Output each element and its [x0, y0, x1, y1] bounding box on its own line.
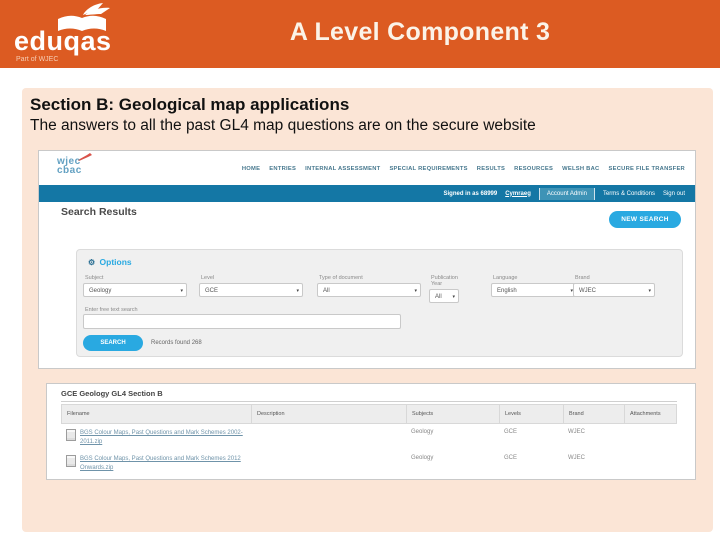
filter-level-value: GCE	[205, 288, 219, 294]
filter-subject: Subject Geology ▾	[83, 275, 187, 297]
levels-cell: GCE	[504, 429, 518, 435]
chevron-down-icon: ▾	[452, 294, 455, 300]
nav-item-secure-file-transfer[interactable]: SECURE FILE TRANSFER	[609, 166, 686, 172]
filter-brand-select[interactable]: WJEC ▾	[573, 283, 655, 297]
eduqas-logo-text: eduqas	[14, 26, 112, 56]
chevron-down-icon: ▾	[414, 288, 417, 294]
section-subheading: The answers to all the past GL4 map ques…	[30, 117, 536, 134]
column-header-filename: Filename	[61, 404, 251, 424]
column-header-attachments: Attachments	[624, 404, 677, 424]
filter-brand-value: WJEC	[579, 288, 596, 294]
filter-subject-label: Subject	[85, 275, 104, 281]
wjec-pencil-icon	[78, 153, 92, 161]
website-screenshot-search: wjec cbac HOME ENTRIES INTERNAL ASSESSME…	[38, 150, 696, 369]
subjects-cell: Geology	[411, 455, 434, 461]
nav-item-internal-assessment[interactable]: INTERNAL ASSESSMENT	[305, 166, 380, 172]
eduqas-logo-subtext: Part of WJEC	[16, 56, 59, 63]
filter-document-type: Type of document All ▾	[317, 275, 421, 297]
options-panel: ⚙ Options Subject Geology ▾ Level GCE ▾ Ty…	[76, 249, 683, 357]
nav-item-entries[interactable]: ENTRIES	[269, 166, 296, 172]
chevron-down-icon: ▾	[648, 288, 651, 294]
subjects-cell: Geology	[411, 429, 434, 435]
results-divider	[61, 401, 677, 402]
filter-language-select[interactable]: English ▾	[491, 283, 577, 297]
table-row: BGS Colour Maps, Past Questions and Mark…	[61, 450, 677, 473]
filter-subject-value: Geology	[89, 288, 112, 294]
wjec-logo-line2: cbac	[57, 165, 82, 176]
section-heading: Section B: Geological map applications	[30, 95, 350, 114]
filter-brand-label: Brand	[575, 275, 590, 281]
filter-brand: Brand WJEC ▾	[573, 275, 655, 297]
gear-icon: ⚙	[88, 258, 96, 267]
chevron-down-icon: ▾	[296, 288, 299, 294]
table-row: BGS Colour Maps, Past Questions and Mark…	[61, 424, 677, 447]
file-icon	[66, 455, 76, 467]
cymraeg-link[interactable]: Cymraeg	[505, 191, 531, 197]
signed-in-status: Signed in as 68999	[443, 190, 498, 197]
file-cell: BGS Colour Maps, Past Questions and Mark…	[61, 450, 251, 473]
column-header-subjects: Subjects	[406, 404, 499, 424]
results-table-header: Filename Description Subjects Levels Bra…	[61, 404, 677, 424]
filter-level-label: Level	[201, 275, 215, 281]
account-bar: Signed in as 68999 Cymraeg Account Admin…	[39, 185, 695, 202]
terms-conditions-link[interactable]: Terms & Conditions	[603, 191, 655, 197]
free-text-search-label: Enter free text search	[85, 307, 138, 313]
filter-language-label: Language	[493, 275, 518, 281]
chevron-down-icon: ▾	[180, 288, 183, 294]
filter-publication-year-value: All	[435, 294, 442, 300]
column-header-levels: Levels	[499, 404, 563, 424]
filter-publication-year: Publication Year All ▾	[429, 275, 459, 303]
nav-item-special-requirements[interactable]: SPECIAL REQUIREMENTS	[389, 166, 467, 172]
filter-document-type-select[interactable]: All ▾	[317, 283, 421, 297]
nav-item-welsh-bac[interactable]: WELSH BAC	[562, 166, 599, 172]
column-header-brand: Brand	[563, 404, 624, 424]
site-nav: HOME ENTRIES INTERNAL ASSESSMENT SPECIAL…	[242, 166, 685, 172]
sign-out-link[interactable]: Sign out	[663, 191, 685, 197]
slide: eduqas Part of WJEC A Level Component 3 …	[0, 0, 720, 540]
options-title: ⚙ Options	[88, 257, 132, 267]
nav-item-resources[interactable]: RESOURCES	[514, 166, 553, 172]
description-cell	[251, 424, 406, 447]
nav-item-home[interactable]: HOME	[242, 166, 260, 172]
column-header-description: Description	[251, 404, 406, 424]
attachments-cell	[624, 424, 677, 447]
attachments-cell	[624, 450, 677, 473]
filter-publication-year-label: Publication Year	[431, 275, 458, 287]
options-label: Options	[99, 257, 132, 267]
filter-document-type-value: All	[323, 288, 330, 294]
slide-header: eduqas Part of WJEC A Level Component 3	[0, 0, 720, 68]
brand-cell: WJEC	[568, 429, 585, 435]
page-title: Search Results	[61, 206, 137, 218]
records-found-text: Records found 268	[151, 340, 202, 346]
nav-item-results[interactable]: RESULTS	[477, 166, 505, 172]
file-icon	[66, 429, 76, 441]
filter-language-value: English	[497, 288, 517, 294]
filter-level: Level GCE ▾	[199, 275, 303, 297]
file-cell: BGS Colour Maps, Past Questions and Mark…	[61, 424, 251, 447]
search-button[interactable]: SEARCH	[83, 335, 143, 351]
account-admin-button[interactable]: Account Admin	[538, 187, 595, 200]
new-search-button[interactable]: NEW SEARCH	[609, 211, 681, 228]
levels-cell: GCE	[504, 455, 518, 461]
slide-title: A Level Component 3	[289, 18, 551, 46]
filter-level-select[interactable]: GCE ▾	[199, 283, 303, 297]
content-panel: Section B: Geological map applications T…	[22, 88, 713, 532]
brand-cell: WJEC	[568, 455, 585, 461]
description-cell	[251, 450, 406, 473]
file-link[interactable]: BGS Colour Maps, Past Questions and Mark…	[80, 430, 243, 445]
filter-publication-year-select[interactable]: All ▾	[429, 289, 459, 303]
website-screenshot-results: GCE Geology GL4 Section B Filename Descr…	[46, 383, 696, 480]
filter-subject-select[interactable]: Geology ▾	[83, 283, 187, 297]
filter-document-type-label: Type of document	[319, 275, 363, 281]
free-text-search-input[interactable]	[83, 314, 401, 329]
filter-language: Language English ▾	[491, 275, 577, 297]
results-title: GCE Geology GL4 Section B	[61, 389, 163, 398]
file-link[interactable]: BGS Colour Maps, Past Questions and Mark…	[80, 456, 241, 471]
